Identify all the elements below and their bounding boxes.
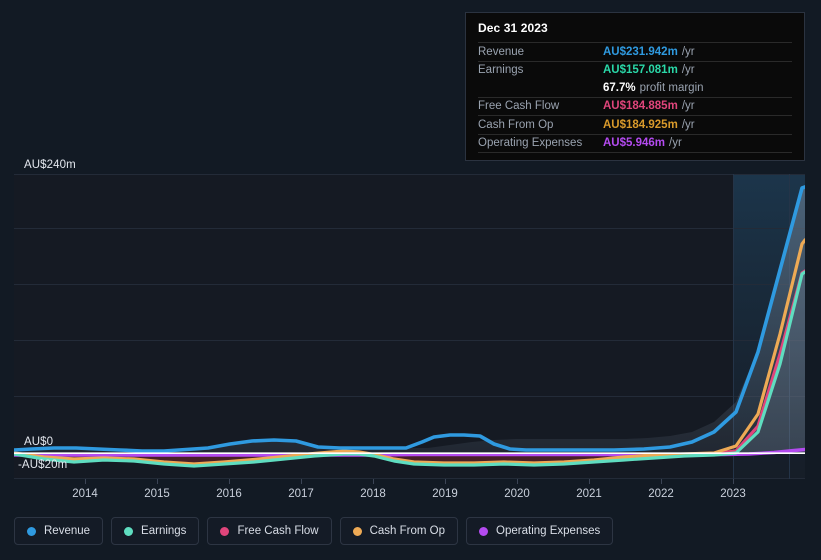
y-axis-zero-label: AU$0: [24, 436, 54, 448]
tooltip-profit-margin-value: 67.7%: [603, 81, 636, 94]
tooltip-value-operating-expenses: AU$5.946m: [603, 137, 666, 150]
legend-label: Operating Expenses: [496, 525, 601, 537]
legend-item-free-cash-flow[interactable]: Free Cash Flow: [207, 517, 332, 545]
tooltip-unit-cash-from-op: /yr: [681, 118, 695, 131]
plot-area[interactable]: [14, 174, 805, 479]
legend-label: Revenue: [44, 525, 91, 537]
tooltip-row-cash-from-op: Cash From Op AU$184.925m /yr: [478, 115, 792, 134]
x-axis-tick-2021: 2021: [576, 488, 602, 500]
x-axis-tickmark: [733, 479, 734, 484]
x-axis-tick-2015: 2015: [144, 488, 170, 500]
tooltip-unit-earnings: /yr: [681, 64, 695, 77]
tooltip-bottom-divider: [478, 152, 792, 154]
tooltip-key-revenue: Revenue: [478, 45, 525, 58]
x-axis-tickmark: [589, 479, 590, 484]
tooltip-key-cash-from-op: Cash From Op: [478, 118, 554, 131]
legend-dot-icon: [479, 526, 489, 536]
x-axis-tick-2022: 2022: [648, 488, 674, 500]
legend-label: Earnings: [141, 525, 187, 537]
x-axis-tick-2017: 2017: [288, 488, 314, 500]
tooltip-row-revenue: Revenue AU$231.942m /yr: [478, 42, 792, 61]
x-axis-tickmark: [157, 479, 158, 484]
legend-dot-icon: [27, 526, 36, 536]
legend-label: Free Cash Flow: [237, 525, 319, 537]
tooltip-key-operating-expenses: Operating Expenses: [478, 137, 583, 150]
tooltip-unit-operating-expenses: /yr: [669, 137, 682, 150]
chart-tooltip: Dec 31 2023 Revenue AU$231.942m /yr Earn…: [465, 12, 805, 161]
x-axis-tick-2020: 2020: [504, 488, 530, 500]
tooltip-value-revenue: AU$231.942m: [603, 45, 678, 58]
legend-dot-icon: [124, 526, 134, 536]
tooltip-row-free-cash-flow: Free Cash Flow AU$184.885m /yr: [478, 96, 792, 116]
legend-dot-icon: [220, 526, 230, 536]
x-axis-tick-2023: 2023: [720, 488, 746, 500]
tooltip-key-earnings: Earnings: [478, 64, 524, 77]
tooltip-value-free-cash-flow: AU$184.885m: [603, 100, 678, 113]
x-axis: 2014 2015 2016 2017 2018 2019 2020 2021 2022 2023: [14, 479, 805, 505]
tooltip-key-free-cash-flow: Free Cash Flow: [478, 100, 560, 113]
x-axis-tickmark: [517, 479, 518, 484]
tooltip-value-cash-from-op: AU$184.925m: [603, 118, 678, 131]
y-axis-bottom-label: -AU$20m: [18, 459, 68, 471]
tooltip-unit-revenue: /yr: [681, 45, 695, 58]
x-axis-tick-2019: 2019: [432, 488, 458, 500]
x-axis-tick-2014: 2014: [72, 488, 98, 500]
tooltip-row-operating-expenses: Operating Expenses AU$5.946m /yr: [478, 133, 792, 153]
legend-item-operating-expenses[interactable]: Operating Expenses: [466, 517, 614, 545]
legend-label: Cash From Op: [369, 525, 446, 537]
x-axis-tickmark: [85, 479, 86, 484]
legend-item-earnings[interactable]: Earnings: [111, 517, 200, 545]
tooltip-date: Dec 31 2023: [478, 21, 548, 35]
x-axis-tickmark: [301, 479, 302, 484]
x-axis-tickmark: [445, 479, 446, 484]
y-axis-top-label: AU$240m: [24, 159, 76, 171]
legend-item-cash-from-op[interactable]: Cash From Op: [339, 517, 459, 545]
plot-svg: [14, 174, 805, 479]
x-axis-tick-2016: 2016: [216, 488, 242, 500]
legend-dot-icon: [352, 526, 362, 536]
financial-performance-chart: AU$240m AU$0 -AU$20m 2014 2015 2016 2017 201…: [0, 0, 821, 560]
tooltip-unit-free-cash-flow: /yr: [681, 100, 695, 113]
tooltip-value-earnings: AU$157.081m: [603, 64, 678, 77]
x-axis-tickmark: [661, 479, 662, 484]
tooltip-profit-margin-label: profit margin: [639, 81, 704, 94]
chart-legend: Revenue Earnings Free Cash Flow Cash From O…: [14, 517, 614, 545]
tooltip-row-earnings: Earnings AU$157.081m /yr: [478, 60, 792, 80]
x-axis-tick-2018: 2018: [360, 488, 386, 500]
legend-item-revenue[interactable]: Revenue: [14, 517, 104, 545]
x-axis-tickmark: [229, 479, 230, 484]
tooltip-row-profit-margin: 67.7% profit margin: [478, 79, 792, 97]
x-axis-tickmark: [373, 479, 374, 484]
